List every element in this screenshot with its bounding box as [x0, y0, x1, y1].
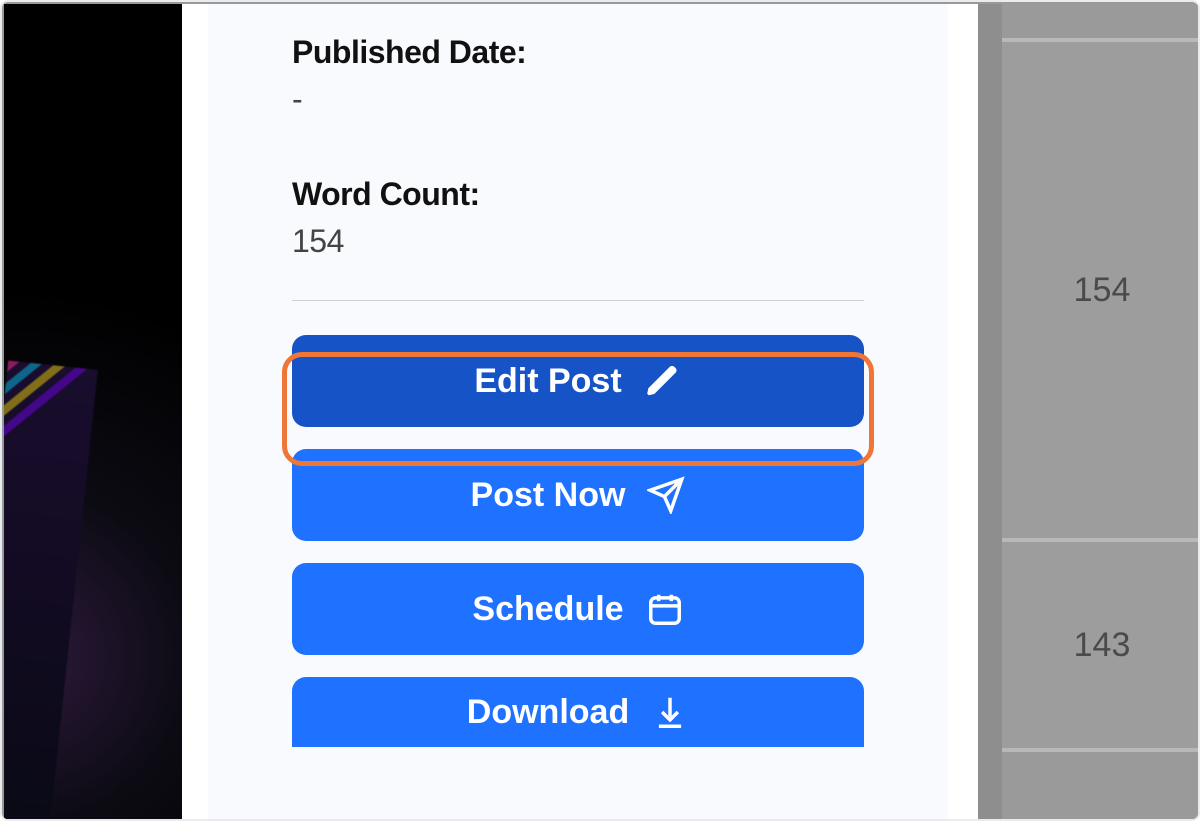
action-button-stack: Edit Post Post Now Schedule: [292, 335, 864, 747]
table-row: 154: [1002, 40, 1200, 540]
panel-right-scrollbar[interactable]: [948, 4, 978, 819]
table-row: 143: [1002, 540, 1200, 750]
pencil-icon: [644, 362, 682, 400]
edit-post-label: Edit Post: [474, 362, 621, 401]
calendar-icon: [646, 590, 684, 628]
post-thumbnail-strip: [4, 4, 182, 819]
post-details-panel: Published Date: - Word Count: 154 Edit P…: [208, 4, 948, 819]
published-date-value: -: [292, 81, 864, 118]
post-now-label: Post Now: [471, 476, 626, 515]
download-label: Download: [467, 693, 629, 732]
panel-left-scrollbar[interactable]: [182, 4, 208, 819]
post-now-button[interactable]: Post Now: [292, 449, 864, 541]
divider: [292, 300, 864, 301]
schedule-button[interactable]: Schedule: [292, 563, 864, 655]
table-cell-partial-top: [1002, 4, 1200, 40]
download-button[interactable]: Download: [292, 677, 864, 747]
download-icon: [651, 693, 689, 731]
word-count-label: Word Count:: [292, 176, 864, 213]
table-cell-value: 154: [1074, 271, 1131, 310]
table-cell-value: 143: [1074, 626, 1131, 665]
background-table-column: 154 143: [1002, 4, 1200, 819]
screenshot-frame: Published Date: - Word Count: 154 Edit P…: [0, 0, 1200, 821]
table-cell-partial-bottom: [1002, 750, 1200, 821]
word-count-value: 154: [292, 223, 864, 260]
schedule-label: Schedule: [472, 590, 623, 629]
overlay-gutter: [978, 4, 1002, 819]
paper-plane-icon: [647, 476, 685, 514]
screenshot-inner: Published Date: - Word Count: 154 Edit P…: [4, 4, 1198, 819]
published-date-label: Published Date:: [292, 34, 864, 71]
edit-post-button[interactable]: Edit Post: [292, 335, 864, 427]
